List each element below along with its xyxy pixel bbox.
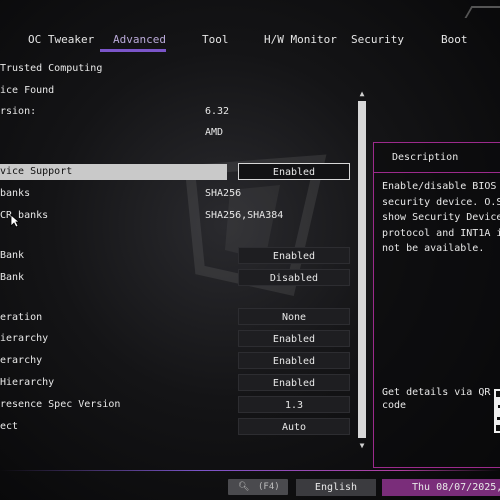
search-shortcut-hint: (F4): [258, 482, 280, 492]
description-header: Description: [374, 143, 500, 173]
tab-oc-tweaker[interactable]: OC Tweaker: [28, 33, 94, 46]
info-banks-label: banks: [0, 188, 31, 199]
search-button[interactable]: 🔍︎ (F4): [228, 479, 288, 495]
setting-label-operation: eration: [0, 312, 43, 323]
setting-label-ect: ect: [0, 421, 19, 432]
device-support-value-button[interactable]: Enabled: [238, 163, 350, 180]
qr-code-icon: [494, 389, 500, 433]
info-pcr-banks-label: CR banks: [0, 210, 49, 221]
hierarchy-2-value-button[interactable]: Enabled: [238, 352, 350, 369]
hierarchy-1-value-button[interactable]: Enabled: [238, 330, 350, 347]
bottom-divider: [0, 470, 500, 471]
setting-label-device-support: vice Support: [0, 166, 73, 177]
info-banks-value: SHA256: [205, 188, 242, 199]
scrollbar-thumb[interactable]: [358, 101, 366, 438]
tab-tool[interactable]: Tool: [202, 33, 229, 46]
tab-hw-monitor[interactable]: H/W Monitor: [264, 33, 337, 46]
search-icon: 🔍︎: [238, 482, 250, 492]
ect-value-button[interactable]: Auto: [238, 418, 350, 435]
bank-2-value-button[interactable]: Disabled: [238, 269, 350, 286]
language-selector[interactable]: English: [296, 479, 376, 496]
setting-label-hierarchy-2: erarchy: [0, 355, 43, 366]
operation-value-button[interactable]: None: [238, 308, 350, 325]
tab-advanced[interactable]: Advanced: [113, 33, 166, 46]
info-version-value: 6.32: [205, 106, 230, 117]
scroll-up-arrow-icon[interactable]: ▲: [357, 90, 367, 98]
qr-hint-text: Get details via QR code: [382, 387, 491, 411]
bank-1-value-button[interactable]: Enabled: [238, 247, 350, 264]
info-device-found: ice Found: [0, 85, 55, 96]
description-title: Description: [392, 152, 459, 163]
setting-label-hierarchy-1: ierarchy: [0, 333, 49, 344]
setting-row-device-support[interactable]: vice Support: [0, 164, 227, 180]
scroll-down-arrow-icon[interactable]: ▼: [357, 442, 367, 450]
tab-boot[interactable]: Boot: [441, 33, 468, 46]
hierarchy-3-value-button[interactable]: Enabled: [238, 374, 350, 391]
info-vendor-value: AMD: [205, 127, 224, 138]
mouse-cursor-icon: [10, 214, 20, 228]
active-tab-indicator: [100, 49, 166, 52]
spec-version-value-button[interactable]: 1.3: [238, 396, 350, 413]
setting-label-spec-version: resence Spec Version: [0, 399, 121, 410]
setting-label-bank-2: Bank: [0, 272, 25, 283]
top-navigation: OC Tweaker Advanced Tool H/W Monitor Sec…: [0, 0, 500, 52]
datetime-display: Thu 08/07/2025, C: [382, 479, 500, 496]
setting-label-hierarchy-3: Hierarchy: [0, 377, 55, 388]
info-version-label: rsion:: [0, 106, 37, 117]
section-title: Trusted Computing: [0, 63, 103, 74]
tab-security[interactable]: Security: [351, 33, 404, 46]
setting-label-bank-1: Bank: [0, 250, 25, 261]
description-panel: Description Enable/disable BIOS sup secu…: [373, 142, 500, 468]
info-pcr-banks-value: SHA256,SHA384: [205, 210, 284, 221]
corner-decoration: [464, 6, 500, 18]
description-text: Enable/disable BIOS sup security device.…: [382, 181, 500, 254]
